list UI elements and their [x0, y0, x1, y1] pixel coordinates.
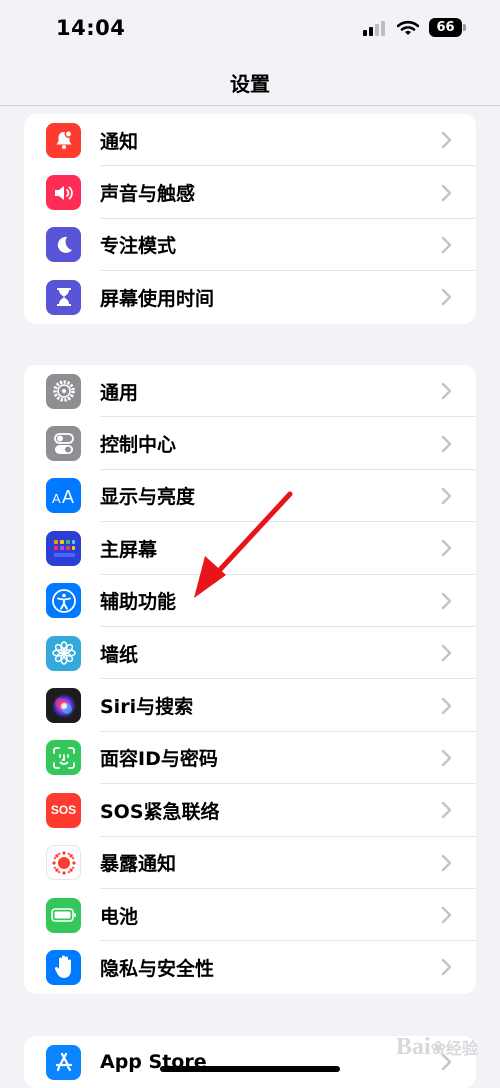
chevron-right-icon: [441, 131, 452, 149]
settings-group-2: 通用 控制中心 AA 显示与亮度 主屏幕 辅助功能 墙纸 Siri与搜索 面容I…: [24, 365, 476, 994]
row-label: Siri与搜索: [100, 696, 194, 719]
speaker-icon: [46, 175, 81, 211]
battery-level: 66: [429, 18, 462, 37]
row-label: 暴露通知: [100, 853, 177, 876]
settings-row-sounds[interactable]: 声音与触感: [24, 166, 476, 219]
watermark-paw-icon: ❀: [430, 1038, 446, 1058]
row-label: 辅助功能: [100, 591, 177, 614]
battery-icon: [46, 897, 81, 933]
battery-cap: [463, 24, 466, 31]
gear-icon: [46, 373, 81, 409]
chevron-right-icon: [441, 435, 452, 452]
row-label: 墙纸: [100, 643, 139, 666]
row-label: 声音与触感: [100, 183, 196, 206]
settings-row-general[interactable]: 通用: [24, 365, 476, 418]
chevron-right-icon: [441, 382, 452, 400]
settings-group-1: 通知 声音与触感 专注模式 屏幕使用时间: [24, 114, 476, 324]
watermark-suffix: 经验: [445, 1041, 478, 1058]
chevron-right-icon: [441, 749, 452, 767]
text-size-icon: AA: [46, 478, 81, 514]
svg-text:A: A: [52, 491, 61, 506]
chevron-right-icon: [441, 540, 452, 557]
chevron-right-icon: [441, 236, 452, 254]
cellular-signal-icon: [363, 20, 385, 36]
page-title: 设置: [230, 72, 270, 96]
chevron-right-icon: [441, 644, 452, 662]
row-label: 专注模式: [100, 235, 177, 258]
accessibility-icon: [46, 583, 81, 619]
nav-divider: [0, 105, 500, 106]
chevron-right-icon: [441, 592, 452, 609]
settings-row-home-screen[interactable]: 主屏幕: [24, 522, 476, 575]
hand-icon: [46, 949, 81, 985]
row-label: 面容ID与密码: [100, 748, 218, 771]
row-label: 电池: [100, 905, 139, 928]
settings-row-exposure-notifications[interactable]: 暴露通知: [24, 837, 476, 889]
row-label: 通用: [100, 381, 139, 404]
row-label: 屏幕使用时间: [100, 287, 215, 310]
moon-icon: [46, 227, 81, 263]
chevron-right-icon: [441, 487, 452, 505]
row-label: 控制中心: [100, 434, 177, 457]
settings-row-focus[interactable]: 专注模式: [24, 219, 476, 272]
battery-indicator: 66: [429, 18, 466, 37]
watermark: Bai❀经验: [396, 1034, 492, 1074]
chevron-right-icon: [441, 802, 452, 819]
settings-row-accessibility[interactable]: 辅助功能: [24, 575, 476, 627]
chevron-right-icon: [441, 906, 452, 924]
chevron-right-icon: [441, 697, 452, 714]
exposure-icon: [46, 845, 81, 881]
settings-row-screen-time[interactable]: 屏幕使用时间: [24, 271, 476, 323]
home-grid-icon: [46, 530, 81, 566]
face-id-icon: [46, 740, 81, 776]
chevron-right-icon: [441, 289, 452, 306]
settings-row-privacy[interactable]: 隐私与安全性: [24, 941, 476, 993]
hourglass-icon: [46, 279, 81, 315]
chevron-right-icon: [441, 959, 452, 976]
svg-text:A: A: [62, 487, 74, 506]
sos-icon-text: SOS: [50, 803, 77, 818]
settings-row-battery[interactable]: 电池: [24, 889, 476, 942]
siri-icon: [46, 688, 81, 724]
settings-row-notifications[interactable]: 通知: [24, 114, 476, 167]
settings-row-control-center[interactable]: 控制中心: [24, 417, 476, 470]
wifi-icon: [397, 20, 419, 35]
flower-icon: [46, 635, 81, 671]
settings-row-face-id[interactable]: 面容ID与密码: [24, 732, 476, 785]
bell-icon: [46, 122, 81, 158]
home-indicator[interactable]: [160, 1066, 340, 1072]
settings-row-siri[interactable]: Siri与搜索: [24, 679, 476, 732]
row-label: 通知: [100, 130, 139, 153]
watermark-brand: Bai: [396, 1034, 431, 1060]
chevron-right-icon: [441, 854, 452, 871]
status-time: 14:04: [56, 16, 126, 40]
toggles-icon: [46, 426, 81, 462]
settings-row-emergency-sos[interactable]: SOS SOS紧急联络: [24, 784, 476, 837]
row-label: 主屏幕: [100, 538, 158, 561]
chevron-right-icon: [441, 184, 452, 201]
app-store-icon: [46, 1044, 81, 1080]
settings-row-display[interactable]: AA 显示与亮度: [24, 470, 476, 523]
status-bar: 14:04 66: [0, 0, 500, 60]
status-icons: 66: [363, 18, 466, 37]
row-label: SOS紧急联络: [100, 800, 220, 823]
row-label: 隐私与安全性: [100, 957, 215, 980]
settings-row-wallpaper[interactable]: 墙纸: [24, 627, 476, 680]
row-label: 显示与亮度: [100, 486, 196, 509]
sos-icon: SOS: [46, 792, 81, 828]
